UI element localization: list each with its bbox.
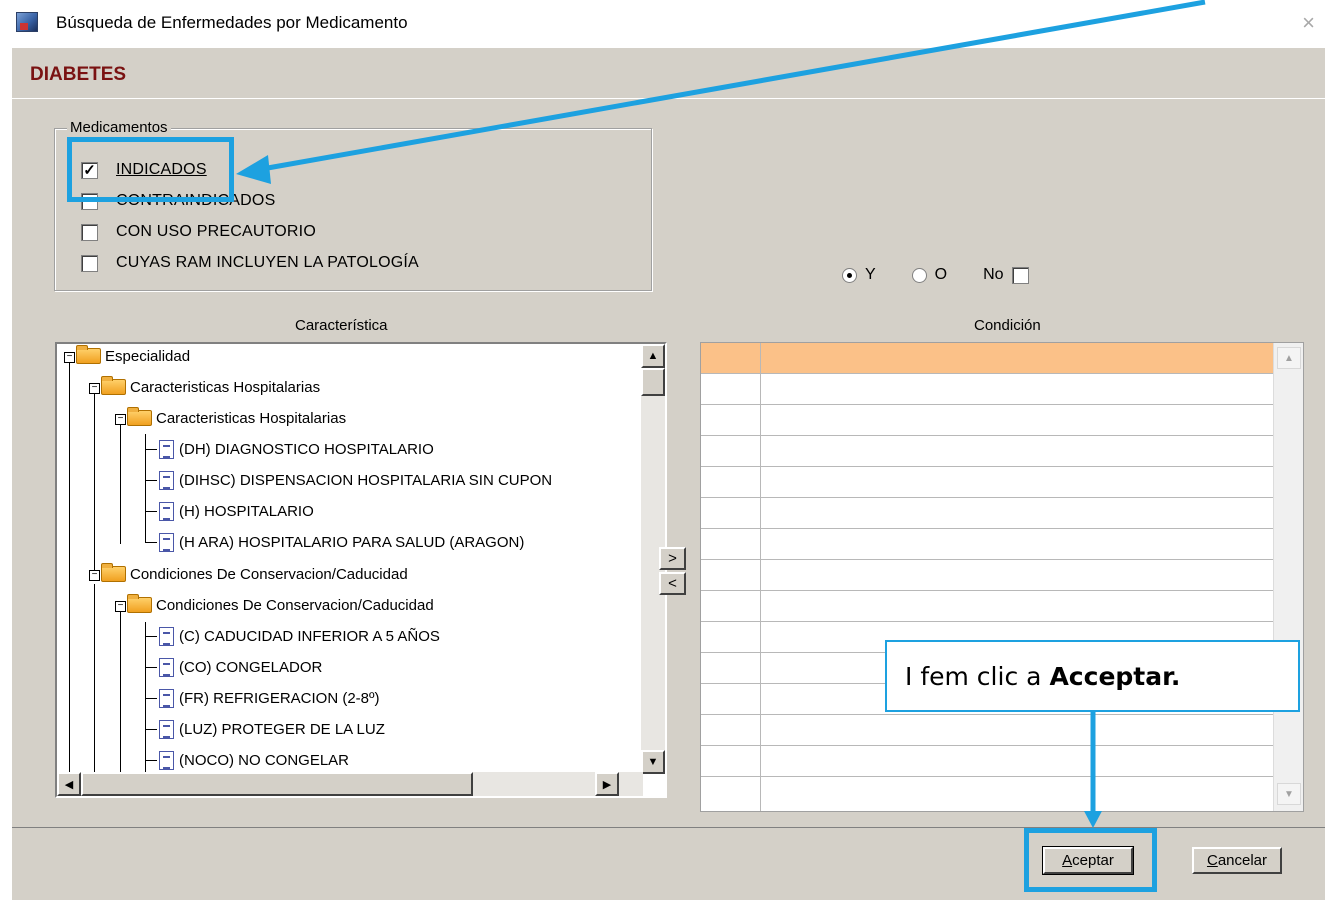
arrow-head [236, 155, 271, 184]
highlight-aceptar [1024, 828, 1157, 892]
arrow-line [261, 0, 1206, 172]
annotation-arrows [236, 0, 1206, 828]
highlight-indicados [67, 137, 234, 202]
annotation-callout: I fem clic a Acceptar. [885, 640, 1300, 712]
arrow-head [1084, 811, 1102, 828]
callout-bold-text: Acceptar. [1049, 661, 1181, 691]
callout-text: I fem clic a [905, 661, 1042, 691]
